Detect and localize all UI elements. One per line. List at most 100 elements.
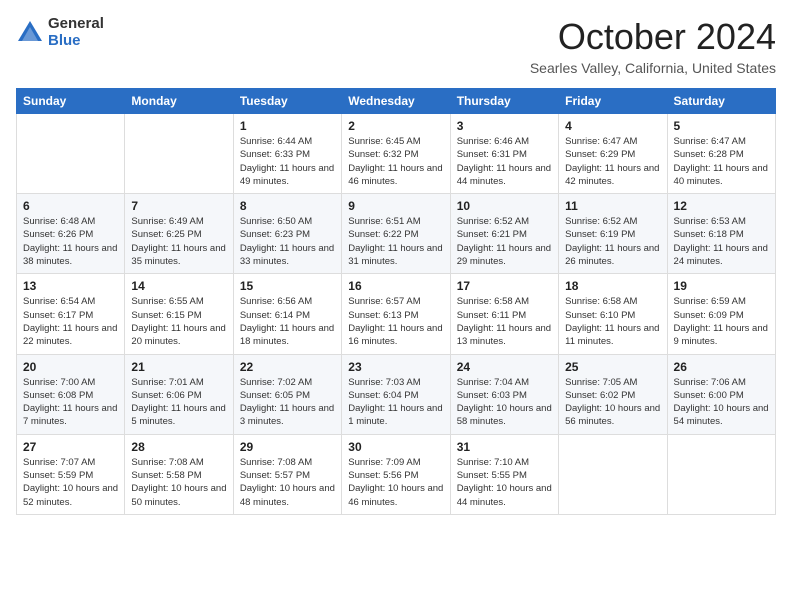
calendar-cell: 7Sunrise: 6:49 AM Sunset: 6:25 PM Daylig… bbox=[125, 194, 233, 274]
day-number: 23 bbox=[348, 360, 443, 374]
logo: General Blue bbox=[16, 16, 104, 49]
calendar-cell: 9 Sunrise: 6:51 AM Sunset: 6:22 PM Daylig… bbox=[342, 194, 450, 274]
day-number: 25 bbox=[565, 360, 660, 374]
calendar-cell: 6 Sunrise: 6:48 AM Sunset: 6:26 PM Daylig… bbox=[17, 194, 125, 274]
day-number: 13 bbox=[23, 279, 118, 293]
calendar-cell: 3Sunrise: 6:46 AM Sunset: 6:31 PM Daylig… bbox=[450, 114, 558, 194]
logo-text: General Blue bbox=[48, 16, 104, 49]
day-number: 6 bbox=[23, 199, 118, 213]
day-number: 11 bbox=[565, 199, 660, 213]
day-header-tuesday: Tuesday bbox=[233, 89, 341, 114]
day-header-monday: Monday bbox=[125, 89, 233, 114]
calendar-week-row: 27 Sunrise: 7:07 AM Sunset: 5:59 PM Dayli… bbox=[17, 434, 776, 514]
cell-info: Sunrise: 7:08 AM Sunset: 5:58 PM Dayligh… bbox=[131, 456, 226, 509]
cell-info: Sunrise: 7:01 AM Sunset: 6:06 PM Dayligh… bbox=[131, 376, 226, 429]
cell-info: Sunrise: 6:51 AM Sunset: 6:22 PM Dayligh… bbox=[348, 215, 443, 268]
calendar-cell: 19 Sunrise: 6:59 AM Sunset: 6:09 PM Dayli… bbox=[667, 274, 775, 354]
cell-info: Sunrise: 6:52 AM Sunset: 6:21 PM Dayligh… bbox=[457, 215, 552, 268]
calendar-cell: 13 Sunrise: 6:54 AM Sunset: 6:17 PM Dayli… bbox=[17, 274, 125, 354]
calendar-cell: 23 Sunrise: 7:03 AM Sunset: 6:04 PM Dayli… bbox=[342, 354, 450, 434]
calendar-cell: 18 Sunrise: 6:58 AM Sunset: 6:10 PM Dayli… bbox=[559, 274, 667, 354]
day-number: 20 bbox=[23, 360, 118, 374]
cell-info: Sunrise: 6:45 AM Sunset: 6:32 PM Dayligh… bbox=[348, 135, 443, 188]
calendar-cell: 5Sunrise: 6:47 AM Sunset: 6:28 PM Daylig… bbox=[667, 114, 775, 194]
calendar-cell: 10 Sunrise: 6:52 AM Sunset: 6:21 PM Dayli… bbox=[450, 194, 558, 274]
cell-info: Sunrise: 7:06 AM Sunset: 6:00 PM Dayligh… bbox=[674, 376, 769, 429]
day-number: 1 bbox=[240, 119, 335, 133]
day-number: 16 bbox=[348, 279, 443, 293]
cell-info: Sunrise: 6:57 AM Sunset: 6:13 PM Dayligh… bbox=[348, 295, 443, 348]
calendar-cell: 31Sunrise: 7:10 AM Sunset: 5:55 PM Dayli… bbox=[450, 434, 558, 514]
day-number: 4 bbox=[565, 119, 660, 133]
day-number: 14 bbox=[131, 279, 226, 293]
calendar-cell: 27 Sunrise: 7:07 AM Sunset: 5:59 PM Dayli… bbox=[17, 434, 125, 514]
day-number: 18 bbox=[565, 279, 660, 293]
day-number: 7 bbox=[131, 199, 226, 213]
calendar-cell: 11 Sunrise: 6:52 AM Sunset: 6:19 PM Dayli… bbox=[559, 194, 667, 274]
day-number: 24 bbox=[457, 360, 552, 374]
cell-info: Sunrise: 7:05 AM Sunset: 6:02 PM Dayligh… bbox=[565, 376, 660, 429]
cell-info: Sunrise: 6:59 AM Sunset: 6:09 PM Dayligh… bbox=[674, 295, 769, 348]
calendar-week-row: 13 Sunrise: 6:54 AM Sunset: 6:17 PM Dayli… bbox=[17, 274, 776, 354]
cell-info: Sunrise: 7:08 AM Sunset: 5:57 PM Dayligh… bbox=[240, 456, 335, 509]
calendar-week-row: 1 Sunrise: 6:44 AM Sunset: 6:33 PM Daylig… bbox=[17, 114, 776, 194]
day-number: 30 bbox=[348, 440, 443, 454]
day-number: 26 bbox=[674, 360, 769, 374]
cell-info: Sunrise: 6:52 AM Sunset: 6:19 PM Dayligh… bbox=[565, 215, 660, 268]
cell-info: Sunrise: 7:00 AM Sunset: 6:08 PM Dayligh… bbox=[23, 376, 118, 429]
calendar-cell: 4 Sunrise: 6:47 AM Sunset: 6:29 PM Daylig… bbox=[559, 114, 667, 194]
cell-info: Sunrise: 6:53 AM Sunset: 6:18 PM Dayligh… bbox=[674, 215, 769, 268]
calendar-header-row: SundayMondayTuesdayWednesdayThursdayFrid… bbox=[17, 89, 776, 114]
day-number: 21 bbox=[131, 360, 226, 374]
calendar-cell: 30 Sunrise: 7:09 AM Sunset: 5:56 PM Dayli… bbox=[342, 434, 450, 514]
calendar-week-row: 20 Sunrise: 7:00 AM Sunset: 6:08 PM Dayli… bbox=[17, 354, 776, 434]
cell-info: Sunrise: 7:07 AM Sunset: 5:59 PM Dayligh… bbox=[23, 456, 118, 509]
day-number: 29 bbox=[240, 440, 335, 454]
cell-info: Sunrise: 6:47 AM Sunset: 6:29 PM Dayligh… bbox=[565, 135, 660, 188]
calendar-cell: 16 Sunrise: 6:57 AM Sunset: 6:13 PM Dayli… bbox=[342, 274, 450, 354]
day-number: 8 bbox=[240, 199, 335, 213]
cell-info: Sunrise: 6:55 AM Sunset: 6:15 PM Dayligh… bbox=[131, 295, 226, 348]
page-header: General Blue October 2024 Searles Valley… bbox=[16, 16, 776, 76]
day-number: 9 bbox=[348, 199, 443, 213]
calendar-cell: 24 Sunrise: 7:04 AM Sunset: 6:03 PM Dayli… bbox=[450, 354, 558, 434]
day-header-thursday: Thursday bbox=[450, 89, 558, 114]
day-number: 28 bbox=[131, 440, 226, 454]
day-number: 27 bbox=[23, 440, 118, 454]
logo-blue: Blue bbox=[48, 33, 104, 50]
cell-info: Sunrise: 7:03 AM Sunset: 6:04 PM Dayligh… bbox=[348, 376, 443, 429]
day-number: 2 bbox=[348, 119, 443, 133]
day-number: 22 bbox=[240, 360, 335, 374]
day-number: 10 bbox=[457, 199, 552, 213]
calendar-cell: 17Sunrise: 6:58 AM Sunset: 6:11 PM Dayli… bbox=[450, 274, 558, 354]
day-number: 19 bbox=[674, 279, 769, 293]
cell-info: Sunrise: 6:46 AM Sunset: 6:31 PM Dayligh… bbox=[457, 135, 552, 188]
calendar-cell: 15Sunrise: 6:56 AM Sunset: 6:14 PM Dayli… bbox=[233, 274, 341, 354]
cell-info: Sunrise: 6:58 AM Sunset: 6:11 PM Dayligh… bbox=[457, 295, 552, 348]
cell-info: Sunrise: 6:44 AM Sunset: 6:33 PM Dayligh… bbox=[240, 135, 335, 188]
calendar-cell: 20 Sunrise: 7:00 AM Sunset: 6:08 PM Dayli… bbox=[17, 354, 125, 434]
logo-general: General bbox=[48, 16, 104, 33]
cell-info: Sunrise: 7:10 AM Sunset: 5:55 PM Dayligh… bbox=[457, 456, 552, 509]
day-header-saturday: Saturday bbox=[667, 89, 775, 114]
day-header-sunday: Sunday bbox=[17, 89, 125, 114]
day-number: 12 bbox=[674, 199, 769, 213]
calendar-cell: 1 Sunrise: 6:44 AM Sunset: 6:33 PM Daylig… bbox=[233, 114, 341, 194]
cell-info: Sunrise: 6:54 AM Sunset: 6:17 PM Dayligh… bbox=[23, 295, 118, 348]
calendar-cell: 14 Sunrise: 6:55 AM Sunset: 6:15 PM Dayli… bbox=[125, 274, 233, 354]
cell-info: Sunrise: 6:50 AM Sunset: 6:23 PM Dayligh… bbox=[240, 215, 335, 268]
calendar-cell: 8 Sunrise: 6:50 AM Sunset: 6:23 PM Daylig… bbox=[233, 194, 341, 274]
cell-info: Sunrise: 6:48 AM Sunset: 6:26 PM Dayligh… bbox=[23, 215, 118, 268]
calendar-cell bbox=[559, 434, 667, 514]
cell-info: Sunrise: 6:56 AM Sunset: 6:14 PM Dayligh… bbox=[240, 295, 335, 348]
cell-info: Sunrise: 6:58 AM Sunset: 6:10 PM Dayligh… bbox=[565, 295, 660, 348]
cell-info: Sunrise: 7:04 AM Sunset: 6:03 PM Dayligh… bbox=[457, 376, 552, 429]
cell-info: Sunrise: 7:09 AM Sunset: 5:56 PM Dayligh… bbox=[348, 456, 443, 509]
calendar-cell: 12 Sunrise: 6:53 AM Sunset: 6:18 PM Dayli… bbox=[667, 194, 775, 274]
calendar-cell: 26 Sunrise: 7:06 AM Sunset: 6:00 PM Dayli… bbox=[667, 354, 775, 434]
logo-icon bbox=[16, 19, 44, 47]
calendar-cell: 25 Sunrise: 7:05 AM Sunset: 6:02 PM Dayli… bbox=[559, 354, 667, 434]
calendar-table: SundayMondayTuesdayWednesdayThursdayFrid… bbox=[16, 88, 776, 515]
month-title: October 2024 bbox=[530, 16, 776, 58]
day-number: 5 bbox=[674, 119, 769, 133]
